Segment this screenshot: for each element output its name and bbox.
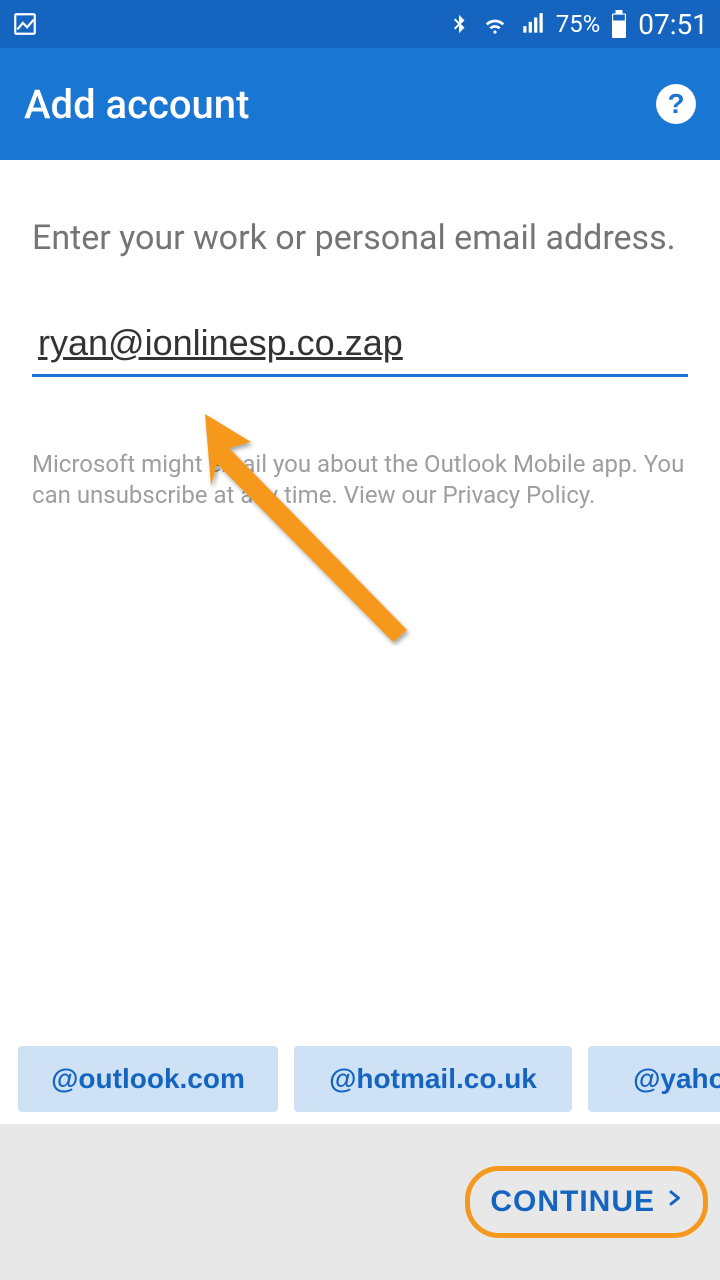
battery-icon bbox=[610, 10, 628, 38]
email-suggestions: @outlook.com @hotmail.co.uk @yahoo bbox=[0, 1034, 720, 1124]
chevron-right-icon bbox=[665, 1185, 683, 1219]
battery-percentage: 75% bbox=[556, 10, 601, 38]
picture-icon bbox=[12, 11, 38, 37]
page-title: Add account bbox=[24, 81, 249, 128]
suggestion-yahoo[interactable]: @yahoo bbox=[588, 1046, 720, 1112]
bottom-bar: CONTINUE bbox=[0, 1124, 720, 1280]
signal-icon bbox=[520, 11, 546, 37]
help-icon: ? bbox=[667, 88, 684, 120]
status-time: 07:51 bbox=[638, 8, 708, 41]
email-input-wrapper bbox=[32, 316, 688, 377]
email-input[interactable] bbox=[32, 316, 688, 377]
prompt-text: Enter your work or personal email addres… bbox=[32, 216, 688, 260]
continue-label: CONTINUE bbox=[490, 1185, 655, 1219]
app-bar: Add account ? bbox=[0, 48, 720, 160]
help-button[interactable]: ? bbox=[656, 84, 696, 124]
bluetooth-icon bbox=[448, 9, 470, 39]
main-content: Enter your work or personal email addres… bbox=[0, 160, 720, 512]
status-bar: 75% 07:51 bbox=[0, 0, 720, 48]
continue-button[interactable]: CONTINUE bbox=[465, 1166, 708, 1238]
disclaimer-text: Microsoft might email you about the Outl… bbox=[32, 449, 688, 511]
suggestion-hotmail[interactable]: @hotmail.co.uk bbox=[294, 1046, 572, 1112]
suggestion-outlook[interactable]: @outlook.com bbox=[18, 1046, 278, 1112]
wifi-icon bbox=[480, 11, 510, 37]
